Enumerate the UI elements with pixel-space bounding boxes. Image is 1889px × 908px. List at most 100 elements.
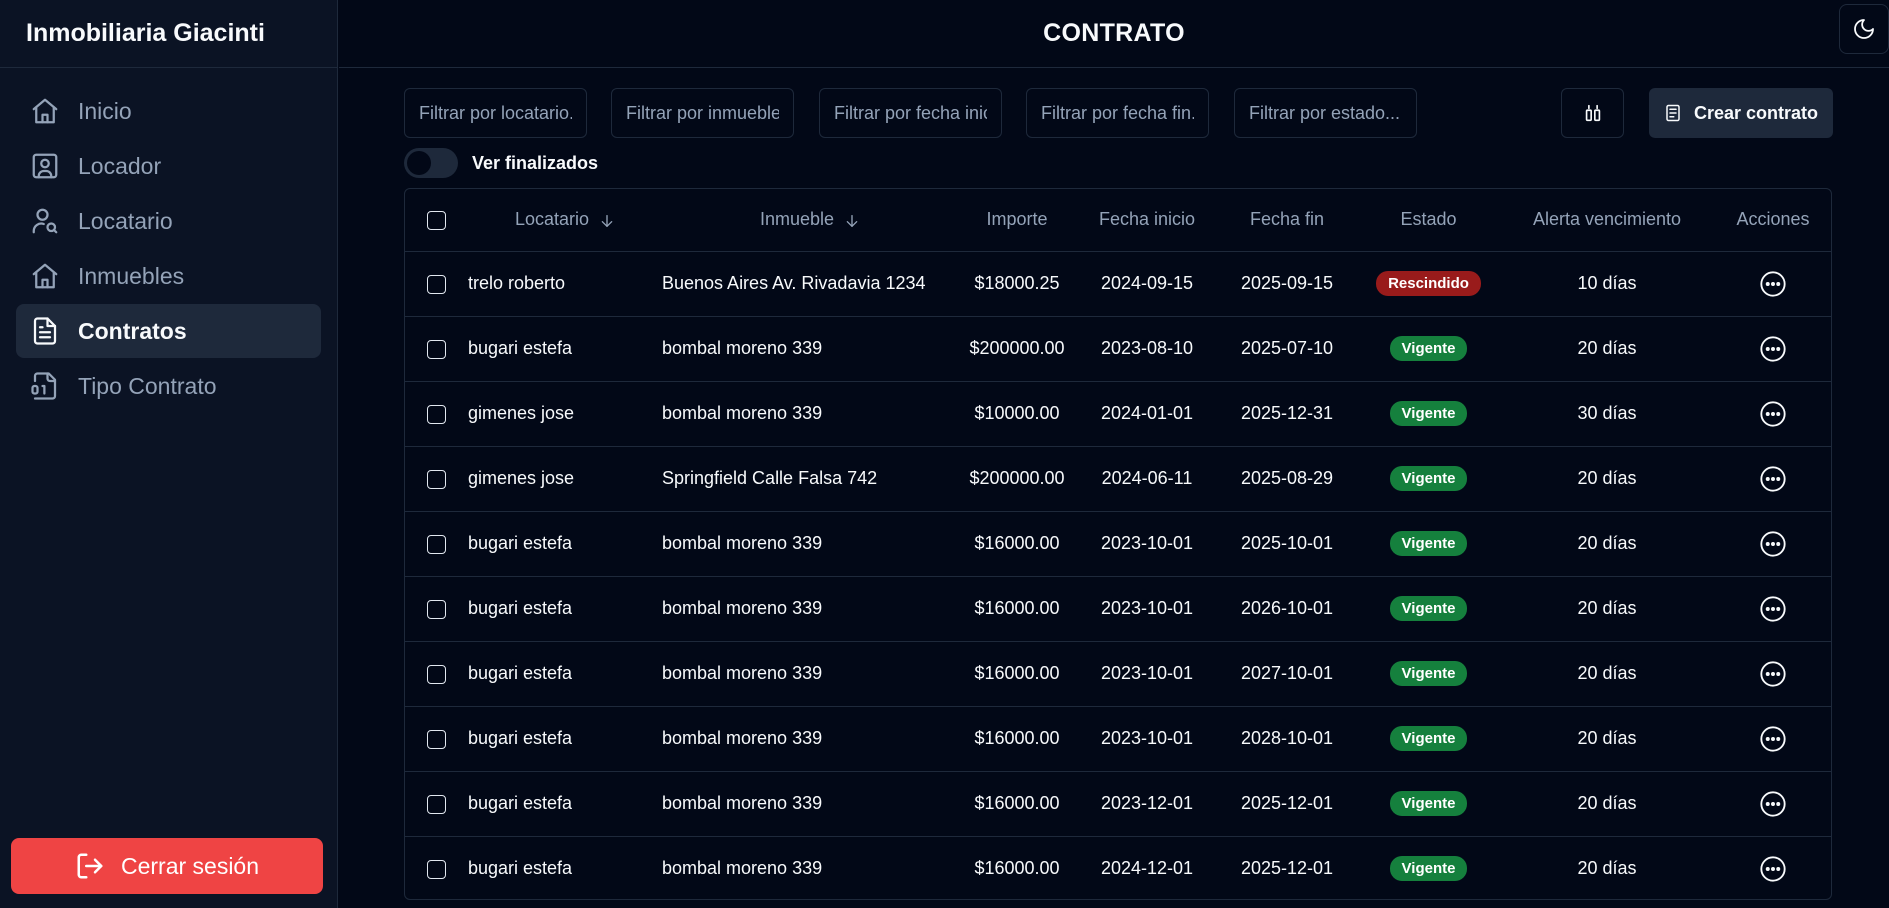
- cell-importe: $16000.00: [958, 706, 1076, 772]
- cell-inmueble: Buenos Aires Av. Rivadavia 1234: [662, 251, 958, 317]
- logout-button[interactable]: Cerrar sesión: [11, 838, 323, 894]
- cell-fecha-inicio: 2023-08-10: [1076, 316, 1218, 382]
- show-finished-switch[interactable]: [404, 148, 458, 178]
- cell-fecha-fin: 2025-12-01: [1218, 836, 1356, 899]
- table-row[interactable]: trelo roberto Buenos Aires Av. Rivadavia…: [405, 251, 1831, 317]
- cell-fecha-fin: 2025-07-10: [1218, 316, 1356, 382]
- more-horizontal-icon[interactable]: [1759, 595, 1787, 623]
- sidebar-item-inicio[interactable]: Inicio: [16, 84, 321, 138]
- filter-fecha-fin-input[interactable]: [1026, 88, 1209, 138]
- home-icon: [32, 98, 58, 124]
- table-row[interactable]: gimenes jose Springfield Calle Falsa 742…: [405, 446, 1831, 512]
- row-checkbox[interactable]: [427, 404, 446, 424]
- cell-fecha-fin: 2027-10-01: [1218, 641, 1356, 707]
- more-horizontal-icon[interactable]: [1759, 530, 1787, 558]
- cell-alerta: 20 días: [1501, 511, 1713, 577]
- cell-estado: Vigente: [1356, 771, 1501, 837]
- filter-fecha-inicio-input[interactable]: [819, 88, 1002, 138]
- status-badge: Vigente: [1389, 726, 1468, 751]
- cell-inmueble: bombal moreno 339: [662, 836, 958, 899]
- cell-inmueble: bombal moreno 339: [662, 576, 958, 642]
- more-horizontal-icon[interactable]: [1759, 335, 1787, 363]
- cell-inmueble: bombal moreno 339: [662, 706, 958, 772]
- cell-importe: $16000.00: [958, 836, 1076, 899]
- select-all-cell: [405, 189, 468, 252]
- sidebar-item-locador[interactable]: Locador: [16, 139, 321, 193]
- row-checkbox[interactable]: [427, 469, 446, 489]
- cell-locatario: bugari estefa: [468, 576, 662, 642]
- status-badge: Vigente: [1389, 401, 1468, 426]
- table-row[interactable]: bugari estefa bombal moreno 339 $16000.0…: [405, 836, 1831, 899]
- theme-toggle-button[interactable]: [1839, 4, 1889, 54]
- table-row[interactable]: bugari estefa bombal moreno 339 $16000.0…: [405, 706, 1831, 772]
- cell-fecha-fin: 2025-12-01: [1218, 771, 1356, 837]
- row-checkbox[interactable]: [427, 599, 446, 619]
- sidebar-item-tipo-contrato[interactable]: Tipo Contrato: [16, 359, 321, 413]
- cell-locatario: bugari estefa: [468, 316, 662, 382]
- table-row[interactable]: bugari estefa bombal moreno 339 $16000.0…: [405, 771, 1831, 837]
- cell-alerta: 20 días: [1501, 836, 1713, 899]
- table-row[interactable]: bugari estefa bombal moreno 339 $16000.0…: [405, 576, 1831, 642]
- cell-importe: $200000.00: [958, 316, 1076, 382]
- cell-fecha-inicio: 2024-01-01: [1076, 381, 1218, 447]
- more-horizontal-icon[interactable]: [1759, 660, 1787, 688]
- row-checkbox[interactable]: [427, 794, 446, 814]
- table-row[interactable]: bugari estefa bombal moreno 339 $16000.0…: [405, 641, 1831, 707]
- cell-alerta: 20 días: [1501, 316, 1713, 382]
- cell-alerta: 20 días: [1501, 771, 1713, 837]
- row-checkbox[interactable]: [427, 729, 446, 749]
- more-horizontal-icon[interactable]: [1759, 855, 1787, 883]
- sidebar-item-locatario[interactable]: Locatario: [16, 194, 321, 248]
- column-header-inmueble[interactable]: Inmueble: [662, 189, 958, 252]
- table-row[interactable]: gimenes jose bombal moreno 339 $10000.00…: [405, 381, 1831, 447]
- status-badge: Vigente: [1389, 466, 1468, 491]
- row-select-cell: [405, 251, 468, 317]
- table-row[interactable]: bugari estefa bombal moreno 339 $16000.0…: [405, 511, 1831, 577]
- select-all-checkbox[interactable]: [427, 211, 446, 230]
- status-badge: Vigente: [1389, 661, 1468, 686]
- more-horizontal-icon[interactable]: [1759, 725, 1787, 753]
- cell-locatario: bugari estefa: [468, 771, 662, 837]
- row-select-cell: [405, 706, 468, 772]
- cell-estado: Vigente: [1356, 316, 1501, 382]
- filter-estado-input[interactable]: [1234, 88, 1417, 138]
- table-row[interactable]: bugari estefa bombal moreno 339 $200000.…: [405, 316, 1831, 382]
- show-finished-toggle-row: Ver finalizados: [404, 148, 598, 178]
- cell-locatario: gimenes jose: [468, 446, 662, 512]
- more-horizontal-icon[interactable]: [1759, 270, 1787, 298]
- cell-fecha-fin: 2025-09-15: [1218, 251, 1356, 317]
- row-select-cell: [405, 446, 468, 512]
- sidebar-item-label: Inmuebles: [78, 262, 185, 289]
- cell-alerta: 20 días: [1501, 446, 1713, 512]
- cell-acciones: [1713, 511, 1831, 577]
- cell-fecha-fin: 2025-08-29: [1218, 446, 1356, 512]
- row-checkbox[interactable]: [427, 859, 446, 879]
- cell-estado: Vigente: [1356, 576, 1501, 642]
- cell-acciones: [1713, 706, 1831, 772]
- row-checkbox[interactable]: [427, 664, 446, 684]
- filter-inmueble-input[interactable]: [611, 88, 794, 138]
- row-select-cell: [405, 316, 468, 382]
- column-header-acciones: Acciones: [1713, 189, 1831, 252]
- column-header-importe: Importe: [958, 189, 1076, 252]
- status-badge: Vigente: [1389, 791, 1468, 816]
- show-finished-label: Ver finalizados: [472, 152, 599, 173]
- more-horizontal-icon[interactable]: [1759, 400, 1787, 428]
- sidebar-item-label: Tipo Contrato: [78, 372, 217, 399]
- columns-toggle-button[interactable]: [1561, 88, 1624, 138]
- create-contract-button[interactable]: Crear contrato: [1649, 88, 1833, 138]
- more-horizontal-icon[interactable]: [1759, 790, 1787, 818]
- more-horizontal-icon[interactable]: [1759, 465, 1787, 493]
- row-checkbox[interactable]: [427, 339, 446, 359]
- column-header-locatario[interactable]: Locatario: [468, 189, 662, 252]
- row-checkbox[interactable]: [427, 274, 446, 294]
- row-checkbox[interactable]: [427, 534, 446, 554]
- row-select-cell: [405, 576, 468, 642]
- cell-fecha-inicio: 2023-10-01: [1076, 641, 1218, 707]
- filter-locatario-input[interactable]: [404, 88, 587, 138]
- file-text-icon: [1666, 104, 1680, 122]
- sidebar-item-contratos[interactable]: Contratos: [16, 304, 321, 358]
- table-header-row: Locatario Inmueble Importe Fecha inicio …: [405, 189, 1831, 252]
- sidebar-item-inmuebles[interactable]: Inmuebles: [16, 249, 321, 303]
- cell-acciones: [1713, 316, 1831, 382]
